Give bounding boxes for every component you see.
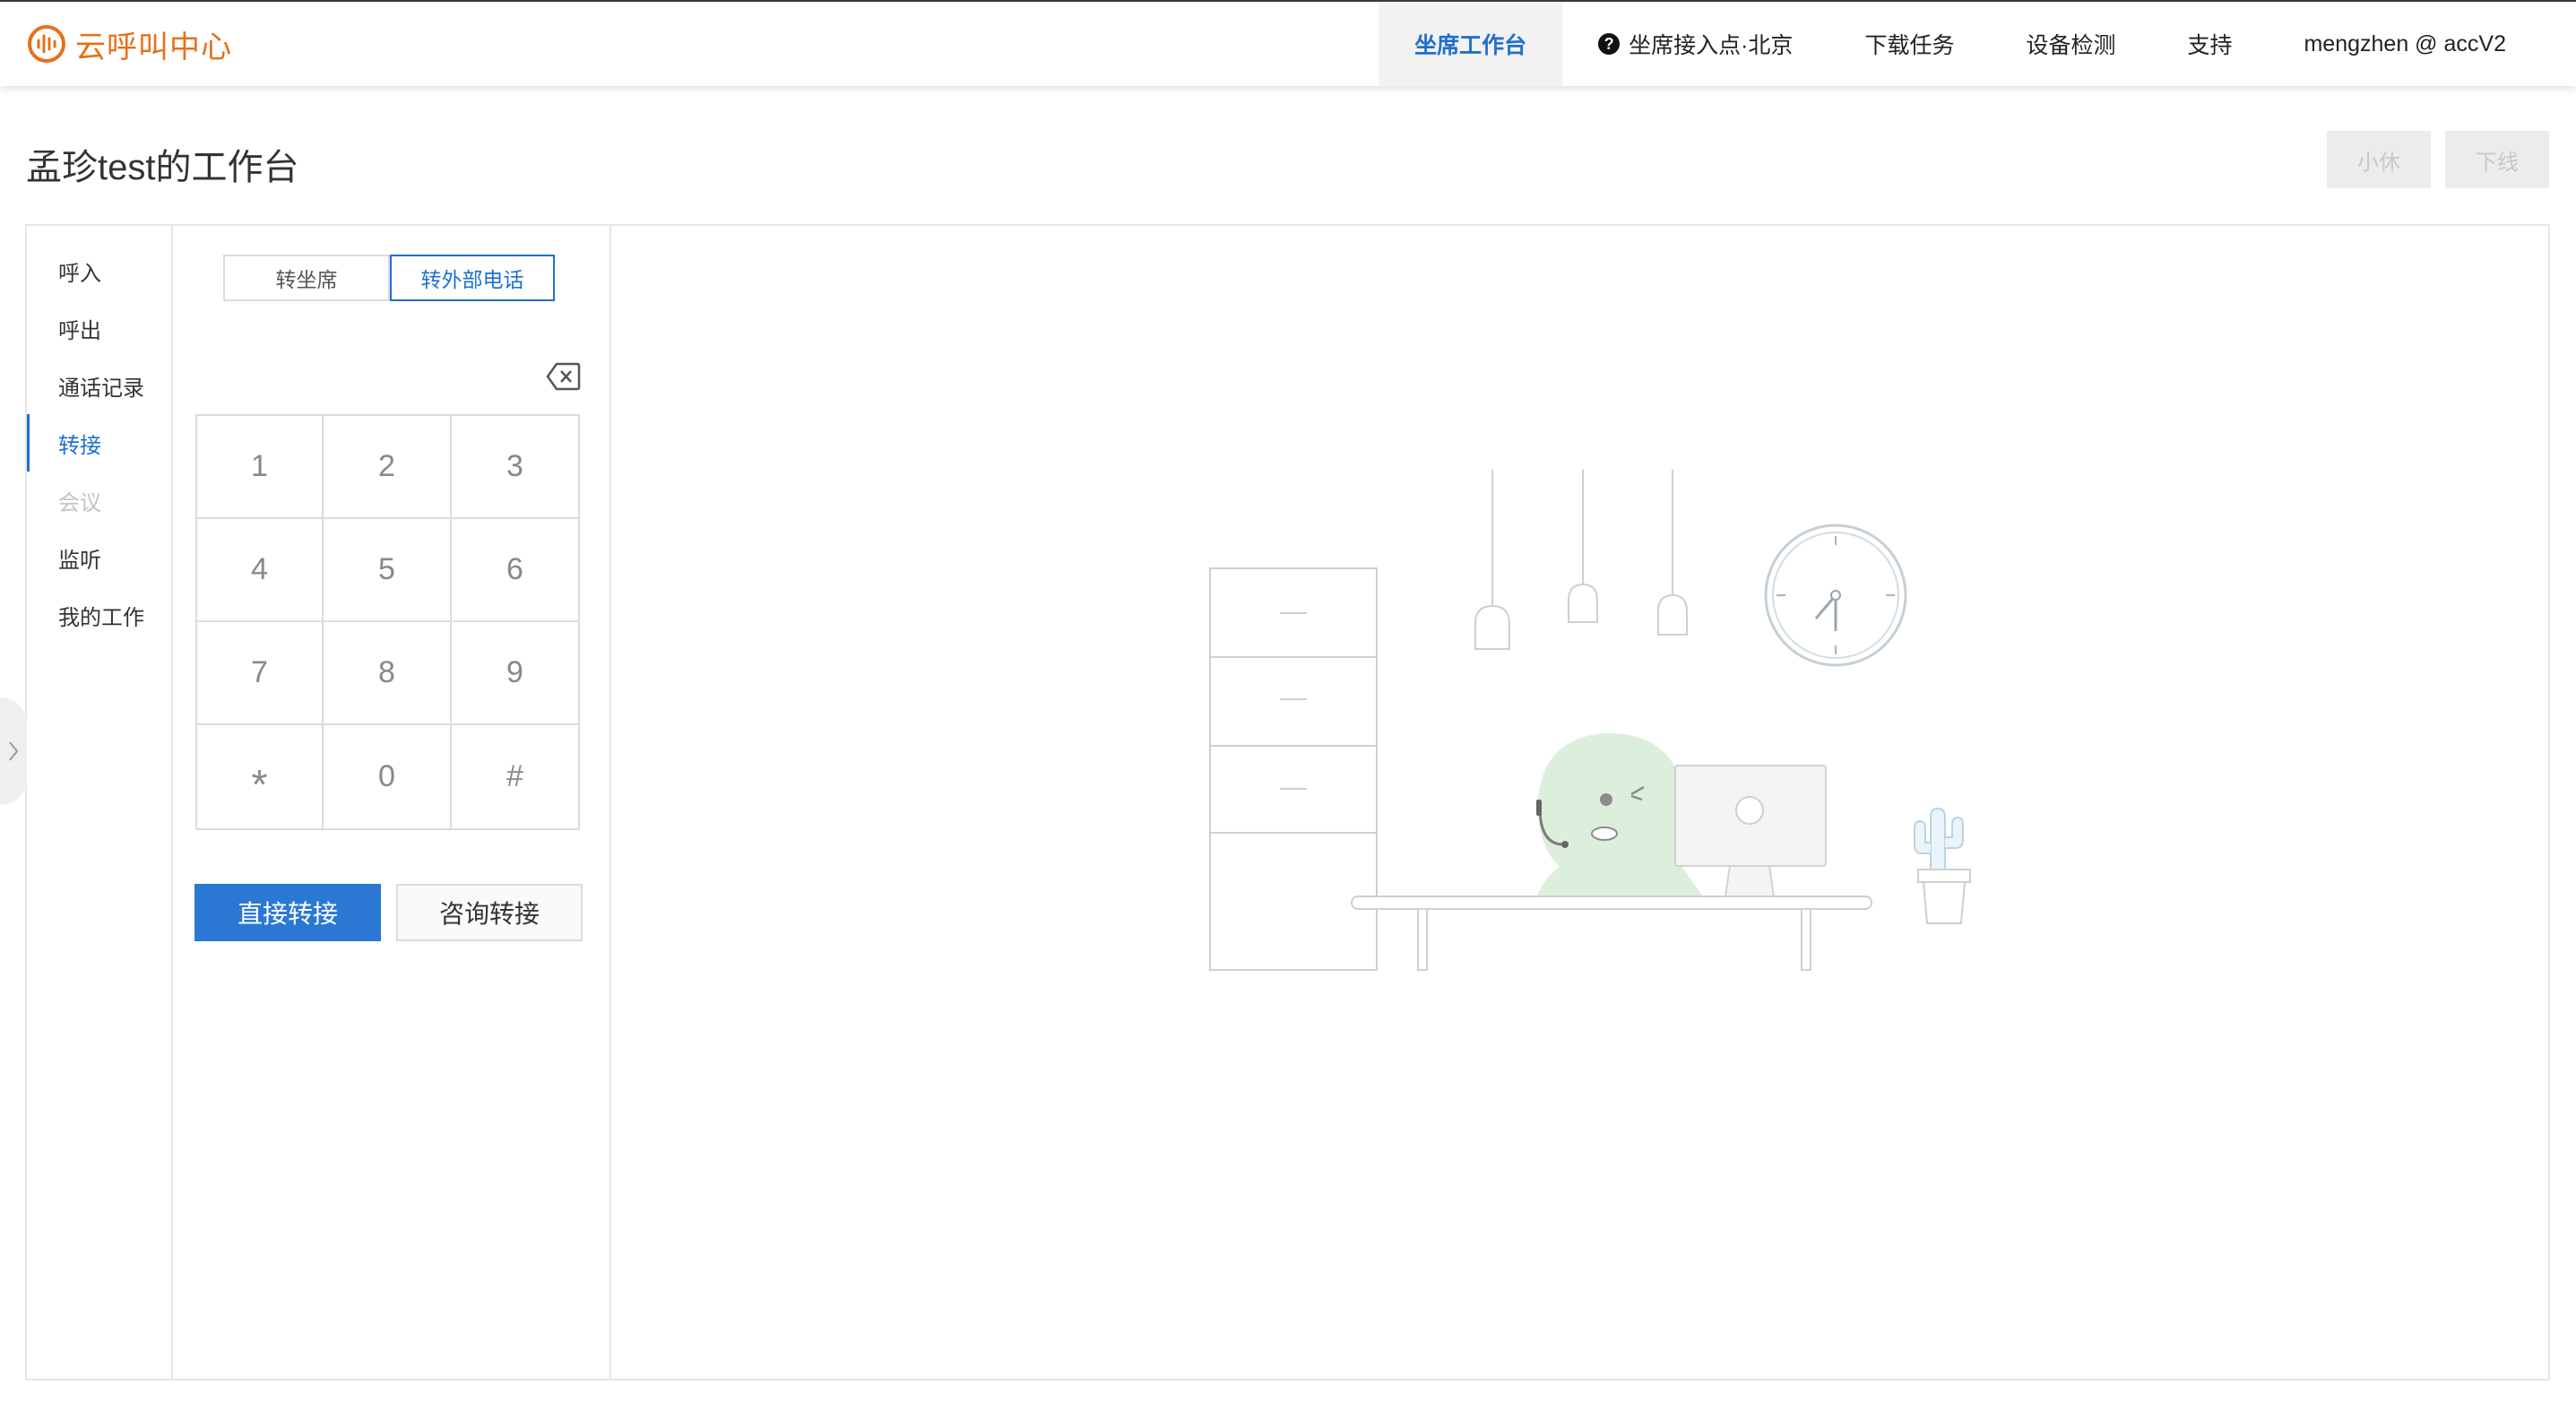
key-5[interactable]: 5 (324, 519, 452, 622)
key-star[interactable]: * (197, 725, 324, 828)
sidebar-item-call-records[interactable]: 通话记录 (27, 357, 171, 414)
key-hash[interactable]: # (452, 725, 578, 828)
key-6[interactable]: 6 (452, 519, 578, 622)
sidebar-item-my-work[interactable]: 我的工作 (27, 586, 171, 644)
nav-support[interactable]: 支持 (2151, 2, 2268, 86)
key-4[interactable]: 4 (197, 519, 324, 622)
call-center-logo-icon (28, 25, 65, 63)
key-2[interactable]: 2 (324, 416, 452, 519)
brand-logo[interactable]: 云呼叫中心 (25, 20, 232, 68)
page-title: 孟珍test的工作台 (26, 148, 299, 187)
backspace-icon[interactable] (546, 360, 582, 393)
tab-transfer-external[interactable]: 转外部电话 (390, 255, 555, 301)
sidebar-item-transfer[interactable]: 转接 (27, 414, 171, 472)
chevron-right-icon (9, 741, 19, 761)
tab-transfer-agent[interactable]: 转坐席 (223, 255, 390, 301)
sidebar-item-outbound[interactable]: 呼出 (27, 299, 171, 357)
key-9[interactable]: 9 (452, 622, 578, 725)
transfer-dialer: 转坐席 转外部电话 1 2 3 4 5 6 7 8 9 * 0 # 直接转接 咨… (173, 226, 611, 1379)
feature-sidebar: 呼入 呼出 通话记录 转接 会议 监听 我的工作 (27, 226, 173, 1379)
nav-device-check[interactable]: 设备检测 (1990, 2, 2151, 86)
sidebar-item-inbound[interactable]: 呼入 (27, 242, 171, 299)
top-bar: 云呼叫中心 坐席工作台 ? 坐席接入点·北京 下载任务 设备检测 支持 meng… (0, 0, 2576, 86)
offline-button[interactable]: 下线 (2445, 131, 2549, 188)
nav-user-account[interactable]: mengzhen @ accV2 (2268, 2, 2576, 86)
sidebar-item-conference: 会议 (58, 490, 101, 515)
pendant-lamps-illustration (1474, 470, 1688, 650)
key-7[interactable]: 7 (197, 622, 324, 725)
cabinet-illustration (1209, 567, 1378, 971)
brand-name: 云呼叫中心 (75, 30, 232, 65)
key-1[interactable]: 1 (197, 416, 324, 519)
top-nav: 坐席工作台 ? 坐席接入点·北京 下载任务 设备检测 支持 mengzhen @… (1379, 2, 2576, 86)
consult-transfer-button[interactable]: 咨询转接 (396, 884, 583, 941)
wall-clock-illustration (1764, 524, 1907, 667)
question-circle-icon[interactable]: ? (1598, 33, 1621, 55)
empty-state-area (611, 226, 2548, 1379)
dial-keypad: 1 2 3 4 5 6 7 8 9 * 0 # (195, 414, 580, 830)
nav-region-label: 坐席接入点·北京 (1629, 33, 1794, 58)
direct-transfer-button[interactable]: 直接转接 (194, 884, 381, 941)
key-8[interactable]: 8 (324, 622, 452, 725)
cactus-plant-illustration (1914, 807, 1971, 924)
key-3[interactable]: 3 (452, 416, 578, 519)
desk-illustration (1351, 896, 1872, 971)
monitor-illustration (1674, 765, 1827, 897)
nav-downloads[interactable]: 下载任务 (1828, 2, 1990, 86)
workbench-panel: 呼入 呼出 通话记录 转接 会议 监听 我的工作 转坐席 转外部电话 1 2 3… (25, 224, 2550, 1380)
nav-workbench[interactable]: 坐席工作台 (1379, 2, 1563, 86)
sidebar-item-monitor[interactable]: 监听 (27, 529, 171, 586)
key-0[interactable]: 0 (324, 725, 452, 828)
nav-region[interactable]: ? 坐席接入点·北京 (1562, 2, 1828, 86)
rest-button[interactable]: 小休 (2327, 131, 2431, 188)
side-drawer-toggle[interactable] (0, 697, 27, 805)
agent-desk-illustration (1209, 470, 1971, 971)
